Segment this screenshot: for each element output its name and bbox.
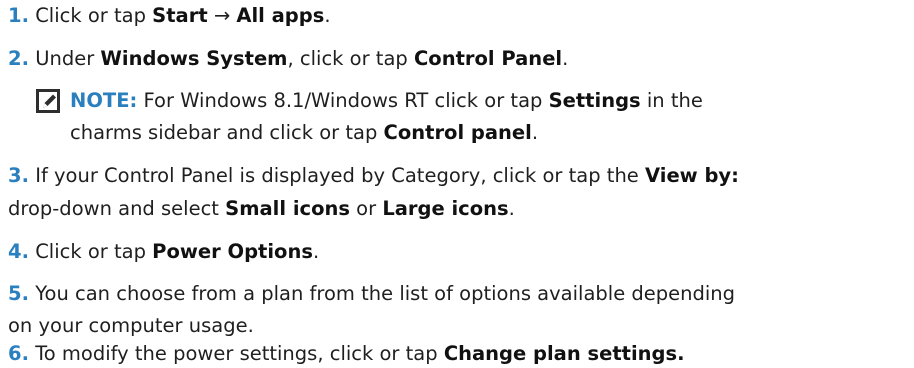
punctuation: . (312, 240, 320, 263)
ui-term-change-plan-settings: Change plan settings. (443, 342, 685, 365)
ui-term-view-by: View by: (645, 164, 739, 187)
step-2: 2. Under Windows System, click or tap Co… (8, 45, 908, 73)
step-3-continued: drop-down and select Small icons or Larg… (8, 195, 908, 223)
ui-term-settings: Settings (548, 89, 641, 112)
ui-term-start: Start (152, 4, 208, 27)
pencil-note-icon (36, 89, 60, 113)
punctuation: . (324, 4, 331, 27)
ui-term-control-panel: Control panel (383, 121, 532, 144)
punctuation: . (562, 47, 569, 70)
ui-term-large-icons: Large icons (382, 197, 509, 220)
step-text: on your computer usage. (8, 314, 254, 337)
note-line-2: charms sidebar and click or tap Control … (70, 119, 910, 147)
step-text: If your Control Panel is displayed by Ca… (35, 164, 646, 187)
note-text: charms sidebar and click or tap (70, 121, 384, 144)
step-5: 5. You can choose from a plan from the l… (8, 280, 908, 308)
step-1: 1. Click or tap Start → All apps. (8, 2, 908, 30)
step-number: 5. (8, 282, 29, 305)
step-number: 3. (8, 164, 29, 187)
note-text: For Windows 8.1/Windows RT click or tap (137, 89, 549, 112)
note-text: in the (640, 89, 703, 112)
arrow-text: → (207, 4, 237, 27)
step-5-continued: on your computer usage. (8, 312, 908, 340)
punctuation: . (508, 197, 515, 220)
step-number: 2. (8, 47, 29, 70)
step-number: 4. (8, 240, 29, 263)
step-text: Under (35, 47, 101, 70)
punctuation: . (531, 121, 539, 144)
step-number: 6. (8, 342, 29, 365)
step-4: 4. Click or tap Power Options. (8, 238, 908, 266)
step-text: Click or tap (35, 240, 153, 263)
ui-term-all-apps: All apps (236, 4, 325, 27)
step-text: Click or tap (35, 4, 153, 27)
ui-term-small-icons: Small icons (225, 197, 350, 220)
step-6: 6. To modify the power settings, click o… (8, 340, 908, 368)
ui-term-control-panel: Control Panel (413, 47, 563, 70)
step-text: , click or tap (287, 47, 414, 70)
step-text: You can choose from a plan from the list… (35, 282, 736, 305)
step-text: drop-down and select (8, 197, 226, 220)
note-label: NOTE: (70, 89, 138, 112)
note-line-1: NOTE: For Windows 8.1/Windows RT click o… (70, 87, 910, 115)
step-number: 1. (8, 4, 29, 27)
ui-term-power-options: Power Options (152, 240, 313, 263)
step-text: To modify the power settings, click or t… (35, 342, 444, 365)
step-3: 3. If your Control Panel is displayed by… (8, 162, 908, 190)
step-text: or (349, 197, 383, 220)
ui-term-windows-system: Windows System (100, 47, 288, 70)
